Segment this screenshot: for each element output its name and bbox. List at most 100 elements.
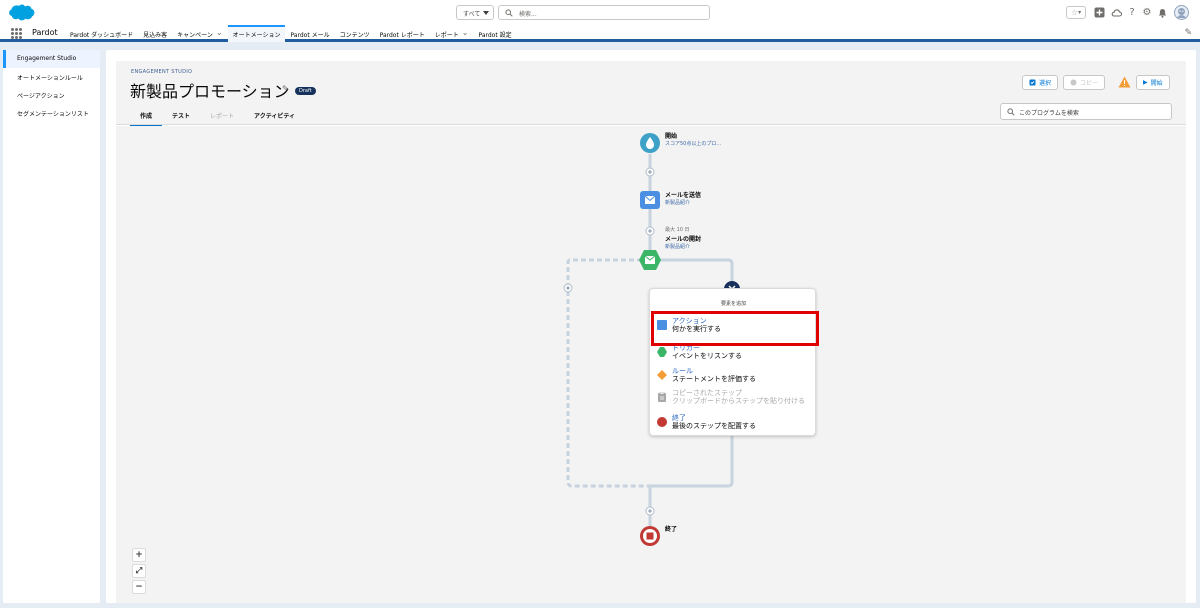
copy-icon: [1070, 79, 1077, 86]
option-description: 最後のステップを配置する: [672, 422, 756, 430]
global-search-placeholder: 検索...: [519, 11, 537, 18]
end-node-label: 終了: [665, 526, 678, 533]
tab[interactable]: 作成: [130, 109, 163, 127]
clipboard-icon: [658, 392, 666, 402]
option-description: クリップボードからステップを貼り付ける: [672, 397, 805, 405]
salesforce-logo[interactable]: [7, 3, 36, 22]
nav-item-label: オートメーション: [232, 32, 281, 39]
tab[interactable]: レポート: [200, 109, 244, 127]
edit-title-pencil-icon[interactable]: ✎: [282, 84, 289, 93]
email-open-node-sub: 新製品紹介: [665, 244, 691, 250]
zoom-fit-button[interactable]: ⤢: [132, 564, 146, 578]
trailhead-button[interactable]: [1110, 6, 1122, 19]
tab[interactable]: アクティビティ: [244, 109, 305, 127]
favorites-button[interactable]: ☆ ▾: [1066, 6, 1086, 19]
add-step-icon[interactable]: [645, 226, 655, 236]
program-search-placeholder: このプログラムを検索: [1019, 110, 1079, 117]
email-open-node-label: メールの開封: [665, 236, 702, 243]
copy-button-label: コピー: [1080, 80, 1099, 87]
flow-canvas[interactable]: 開始 スコア50点以上のプロ... メールを送信 新製品紹介 最大 10 日 メ…: [116, 126, 1186, 603]
app-navigation-bar: Pardot Pardot ダッシュボード 見込み客 キャンペーン ⌄ オートメーション…: [0, 25, 1200, 42]
start-node-label: 開始: [665, 133, 678, 140]
zoom-out-button[interactable]: −: [132, 580, 146, 594]
start-button-label: 開始: [1150, 80, 1163, 87]
email-open-wait-label: 最大 10 日: [665, 227, 690, 233]
warning-icon[interactable]: [1118, 76, 1131, 88]
send-email-node-sub: 新製品紹介: [665, 200, 691, 206]
end-node-icon[interactable]: [640, 526, 660, 546]
play-icon: ▶: [1143, 79, 1148, 86]
email-open-trigger-icon[interactable]: [639, 250, 661, 270]
search-icon: [1007, 108, 1015, 116]
add-element-option[interactable]: コピーされたステップ クリップボードからステップを貼り付ける: [657, 388, 807, 408]
nav-item-label: レポート: [434, 32, 459, 39]
add-element-option[interactable]: トリガー イベントをリスンする: [657, 343, 807, 363]
automation-sidebar: Engagement Studio オートメーションルール ページアクション セグメン…: [3, 50, 100, 603]
nav-item[interactable]: オートメーション: [227, 25, 286, 42]
app-name: Pardot: [32, 28, 58, 37]
start-node-icon[interactable]: [640, 133, 660, 153]
nav-item[interactable]: レポート ⌄: [430, 25, 474, 42]
nav-item[interactable]: Pardot レポート: [375, 25, 430, 42]
chevron-down-icon[interactable]: ⌄: [462, 29, 469, 42]
star-icon: ☆: [1070, 8, 1079, 17]
nav-item[interactable]: 見込み客: [138, 25, 172, 42]
send-email-node-icon[interactable]: [640, 191, 660, 209]
select-button-label: 選択: [1039, 80, 1052, 87]
select-icon: [1029, 79, 1036, 86]
status-badge: Draft: [295, 87, 316, 95]
add-step-icon[interactable]: [645, 167, 655, 177]
add-icon: [1094, 7, 1104, 18]
cloud-icon: [1111, 8, 1122, 17]
nav-item[interactable]: Pardot 設定: [473, 25, 516, 42]
app-launcher-grid-icon[interactable]: [11, 28, 22, 39]
sidebar-item[interactable]: Engagement Studio: [3, 50, 100, 68]
main-panel: ENGAGEMENT STUDIO 新製品プロモーション ✎ Draft 作成テ…: [106, 50, 1196, 603]
nav-item[interactable]: Pardot メール: [285, 25, 334, 42]
copy-button[interactable]: コピー: [1063, 75, 1106, 90]
start-button[interactable]: ▶ 開始: [1136, 75, 1170, 90]
nav-item-label: Pardot メール: [290, 32, 330, 39]
add-step-icon[interactable]: [563, 283, 573, 293]
program-search-input[interactable]: このプログラムを検索: [1000, 103, 1172, 120]
sidebar-item[interactable]: オートメーションルール: [3, 68, 100, 86]
notifications-bell-icon[interactable]: [1156, 6, 1168, 19]
global-search-input[interactable]: 検索...: [498, 5, 710, 20]
chevron-down-icon: ▾: [1078, 9, 1082, 16]
help-icon[interactable]: ?: [1126, 6, 1138, 19]
end-icon: [657, 417, 667, 427]
user-avatar[interactable]: [1173, 5, 1189, 20]
program-eyebrow: ENGAGEMENT STUDIO: [131, 69, 193, 75]
sidebar-item[interactable]: ページアクション: [3, 86, 100, 104]
send-email-node-label: メールを送信: [665, 192, 702, 199]
rule-icon: [657, 370, 667, 380]
add-element-option[interactable]: ルール ステートメントを評価する: [657, 366, 807, 386]
start-node-sub: スコア50点以上のプロ...: [665, 141, 722, 147]
nav-item-label: コンテンツ: [339, 32, 370, 39]
nav-item-label: Pardot 設定: [478, 32, 512, 39]
program-header: ENGAGEMENT STUDIO 新製品プロモーション ✎ Draft 作成テ…: [116, 61, 1186, 127]
search-icon: [505, 9, 513, 17]
program-tabs: 作成 テスト レポート アクティビティ: [130, 109, 305, 127]
global-actions-button[interactable]: [1093, 6, 1105, 19]
add-step-icon[interactable]: [645, 506, 655, 516]
nav-item[interactable]: Pardot ダッシュボード: [65, 25, 138, 42]
search-scope-label: すべて: [463, 11, 481, 18]
global-header: すべて 検索... ☆ ▾ ? ⚙: [0, 0, 1200, 25]
trigger-icon: [657, 347, 667, 357]
chevron-down-icon[interactable]: ⌄: [216, 29, 223, 42]
select-button[interactable]: 選択: [1022, 75, 1059, 90]
edit-nav-pencil-icon[interactable]: ✎: [1184, 28, 1192, 38]
setup-gear-icon[interactable]: ⚙: [1141, 6, 1153, 19]
chevron-down-icon: [483, 11, 489, 15]
highlight-box: [651, 311, 819, 346]
tab[interactable]: テスト: [162, 109, 200, 127]
nav-item[interactable]: キャンペーン ⌄: [172, 25, 227, 42]
sidebar-item[interactable]: セグメンテーションリスト: [3, 104, 100, 122]
search-scope-select[interactable]: すべて: [456, 5, 494, 20]
add-element-option[interactable]: 終了 最後のステップを配置する: [657, 413, 807, 433]
option-description: イベントをリスンする: [672, 352, 742, 360]
zoom-in-button[interactable]: +: [132, 548, 146, 562]
add-element-menu-title: 要素を追加: [720, 301, 746, 307]
nav-item[interactable]: コンテンツ: [335, 25, 375, 42]
